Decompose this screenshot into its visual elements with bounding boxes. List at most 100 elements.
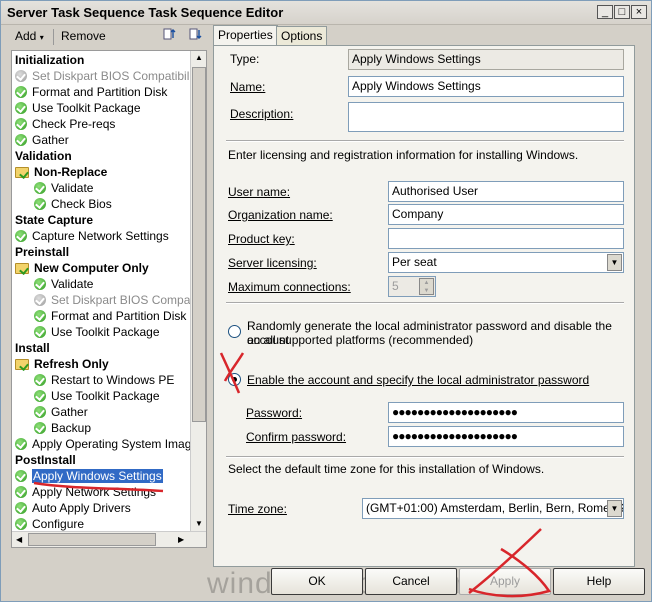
random-password-radio[interactable]	[228, 325, 241, 338]
tree-step[interactable]: Use Toolkit Package	[34, 324, 160, 340]
tab-properties[interactable]: Properties	[213, 25, 278, 47]
move-up-icon[interactable]	[159, 27, 177, 47]
server-licensing-select[interactable]: Per seat ▼	[388, 252, 624, 273]
product-key-label: Product key:	[228, 232, 295, 246]
tree-step[interactable]: Check Bios	[34, 196, 112, 212]
tree-step[interactable]: Gather	[34, 404, 88, 420]
task-sequence-tree[interactable]: Setup Windows and ConfigMgrConfigureAuto…	[11, 50, 207, 548]
ok-button[interactable]: OK	[271, 568, 363, 595]
chevron-down-icon[interactable]: ▼	[607, 500, 622, 517]
editor-window: Server Task Sequence Task Sequence Edito…	[0, 0, 652, 602]
tree-group[interactable]: State Capture	[15, 212, 93, 228]
scroll-right-icon[interactable]: ▶	[178, 535, 184, 544]
check-icon	[34, 310, 46, 322]
tree-group[interactable]: Validation	[15, 148, 72, 164]
tree-folder[interactable]: Non-Replace	[15, 164, 107, 180]
add-menu-button[interactable]: Add ▾	[11, 27, 48, 47]
disabled-step-icon	[15, 70, 27, 82]
folder-icon	[15, 263, 29, 274]
folder-icon	[15, 167, 29, 178]
tree-item-label: Gather	[51, 405, 88, 419]
tree-step[interactable]: Configure	[15, 516, 84, 532]
tree-step[interactable]: Use Toolkit Package	[34, 388, 160, 404]
timezone-instructions: Select the default time zone for this in…	[228, 462, 545, 476]
password-field[interactable]: ●●●●●●●●●●●●●●●●●●●●	[388, 402, 624, 423]
minimize-button[interactable]: _	[597, 5, 613, 19]
organization-field[interactable]: Company	[388, 204, 624, 225]
check-icon	[34, 198, 46, 210]
tree-group[interactable]: PostInstall	[15, 452, 76, 468]
tree-step[interactable]: Use Toolkit Package	[15, 100, 141, 116]
title-bar[interactable]: Server Task Sequence Task Sequence Edito…	[1, 1, 651, 25]
tree-step[interactable]: Set Diskpart BIOS Compatibility M	[15, 68, 207, 84]
tree-item-label: Preinstall	[15, 245, 70, 259]
tree-item-label: Set Diskpart BIOS Compatibility M	[32, 69, 207, 83]
scroll-left-icon[interactable]: ◀	[16, 535, 22, 544]
username-label: User name:	[228, 185, 291, 199]
tree-item-label: Format and Partition Disk	[32, 85, 168, 99]
name-field[interactable]: Apply Windows Settings	[348, 76, 624, 97]
tree-step[interactable]: Gather	[15, 132, 69, 148]
tree-item-label: Install	[15, 341, 50, 355]
tree-item-label: Apply Network Settings	[32, 485, 157, 499]
tree-horizontal-scrollbar[interactable]: ◀ ▶	[12, 531, 206, 547]
tree-step[interactable]: Apply Network Settings	[15, 484, 156, 500]
tree-group[interactable]: Preinstall	[15, 244, 69, 260]
tree-item-label: Capture Network Settings	[32, 229, 169, 243]
move-down-icon[interactable]	[185, 27, 203, 47]
tree-step[interactable]: Check Pre-reqs	[15, 116, 115, 132]
tree-item-label: Configure	[32, 517, 85, 531]
tree-item-label: Apply Operating System Image	[32, 437, 199, 451]
scroll-up-icon[interactable]: ▲	[195, 53, 203, 62]
tree-step[interactable]: Format and Partition Disk	[15, 84, 167, 100]
scroll-thumb[interactable]	[192, 67, 206, 422]
tree-step[interactable]: Backup	[34, 420, 91, 436]
tree-step[interactable]: Set Diskpart BIOS Compatibi	[34, 292, 206, 308]
tree-step[interactable]: Capture Network Settings	[15, 228, 169, 244]
tree-group[interactable]: Install	[15, 340, 50, 356]
tree-step[interactable]: Apply Windows Settings	[15, 468, 163, 484]
tree-item-label: Non-Replace	[34, 165, 108, 179]
organization-label: Organization name:	[228, 208, 333, 222]
tree-step[interactable]: Validate	[34, 180, 93, 196]
apply-button[interactable]: Apply	[459, 568, 551, 595]
close-button[interactable]: ×	[631, 5, 647, 19]
tree-vertical-scrollbar[interactable]: ▲ ▼	[190, 51, 206, 532]
stepper-arrows-icon: ▲ ▼	[419, 278, 434, 295]
divider	[226, 140, 624, 142]
tree-item-label: Check Pre-reqs	[32, 117, 116, 131]
check-icon	[15, 438, 27, 450]
cancel-button[interactable]: Cancel	[365, 568, 457, 595]
tree-item-label: Use Toolkit Package	[51, 389, 160, 403]
description-label: Description:	[230, 107, 294, 121]
tree-step[interactable]: Validate	[34, 276, 93, 292]
maximize-button[interactable]: □	[614, 5, 630, 19]
tab-options[interactable]: Options	[276, 26, 328, 46]
product-key-field[interactable]	[388, 228, 624, 249]
scroll-thumb-horizontal[interactable]	[28, 533, 156, 546]
check-icon	[15, 518, 27, 530]
tree-folder[interactable]: Refresh Only	[15, 356, 109, 372]
username-field[interactable]: Authorised User	[388, 181, 624, 202]
check-icon	[34, 422, 46, 434]
timezone-select[interactable]: (GMT+01:00) Amsterdam, Berlin, Bern, Rom…	[362, 498, 624, 519]
enable-account-radio[interactable]	[228, 373, 241, 386]
tree-group[interactable]: Initialization	[15, 52, 84, 68]
tree-step[interactable]: Apply Operating System Image	[15, 436, 198, 452]
description-field[interactable]	[348, 102, 624, 132]
tree-step[interactable]: Restart to Windows PE	[34, 372, 174, 388]
tree-step[interactable]: Auto Apply Drivers	[15, 500, 131, 516]
check-icon	[15, 118, 27, 130]
toolbar-separator	[53, 29, 54, 45]
timezone-label: Time zone:	[228, 502, 287, 516]
remove-button[interactable]: Remove	[57, 27, 110, 47]
chevron-down-icon[interactable]: ▼	[607, 254, 622, 271]
random-password-label-2: on all supported platforms (recommended)	[247, 333, 474, 347]
licensing-instructions: Enter licensing and registration informa…	[228, 148, 579, 162]
scroll-down-icon[interactable]: ▼	[195, 519, 203, 528]
confirm-password-field[interactable]: ●●●●●●●●●●●●●●●●●●●●	[388, 426, 624, 447]
tree-step[interactable]: Format and Partition Disk	[34, 308, 186, 324]
tree-item-label: Refresh Only	[34, 357, 109, 371]
tree-folder[interactable]: New Computer Only	[15, 260, 149, 276]
help-button[interactable]: Help	[553, 568, 645, 595]
